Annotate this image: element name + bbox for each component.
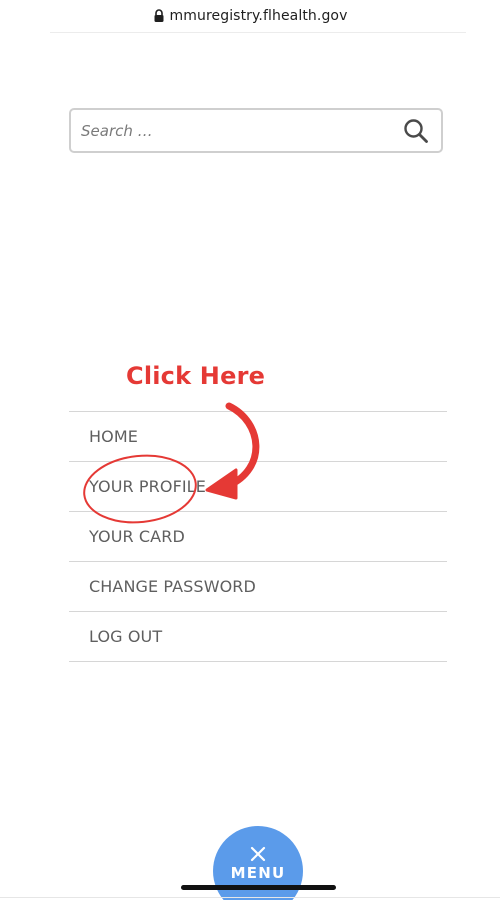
search-icon [404, 118, 428, 143]
menu-item-your-card[interactable]: YOUR CARD [69, 512, 447, 562]
search-box [69, 108, 443, 153]
menu-item-home[interactable]: HOME [69, 412, 447, 462]
menu-item-change-password[interactable]: CHANGE PASSWORD [69, 562, 447, 612]
url-text: mmuregistry.flhealth.gov [169, 8, 348, 24]
menu-item-your-profile[interactable]: YOUR PROFILE [69, 462, 447, 512]
click-here-annotation: Click Here [126, 362, 266, 390]
lock-icon [154, 9, 163, 22]
url-divider [50, 32, 466, 33]
home-indicator[interactable] [181, 885, 336, 890]
page: mmuregistry.flhealth.gov Click Here HOME… [0, 0, 500, 900]
search-button[interactable] [401, 116, 431, 146]
menu-item-log-out[interactable]: LOG OUT [69, 612, 447, 662]
bottom-divider [0, 897, 500, 898]
menu-list: HOME YOUR PROFILE YOUR CARD CHANGE PASSW… [69, 411, 447, 662]
menu-button-label: MENU [230, 864, 286, 882]
close-icon [250, 846, 266, 862]
url-bar[interactable]: mmuregistry.flhealth.gov [0, 0, 500, 32]
search-input[interactable] [81, 121, 401, 140]
